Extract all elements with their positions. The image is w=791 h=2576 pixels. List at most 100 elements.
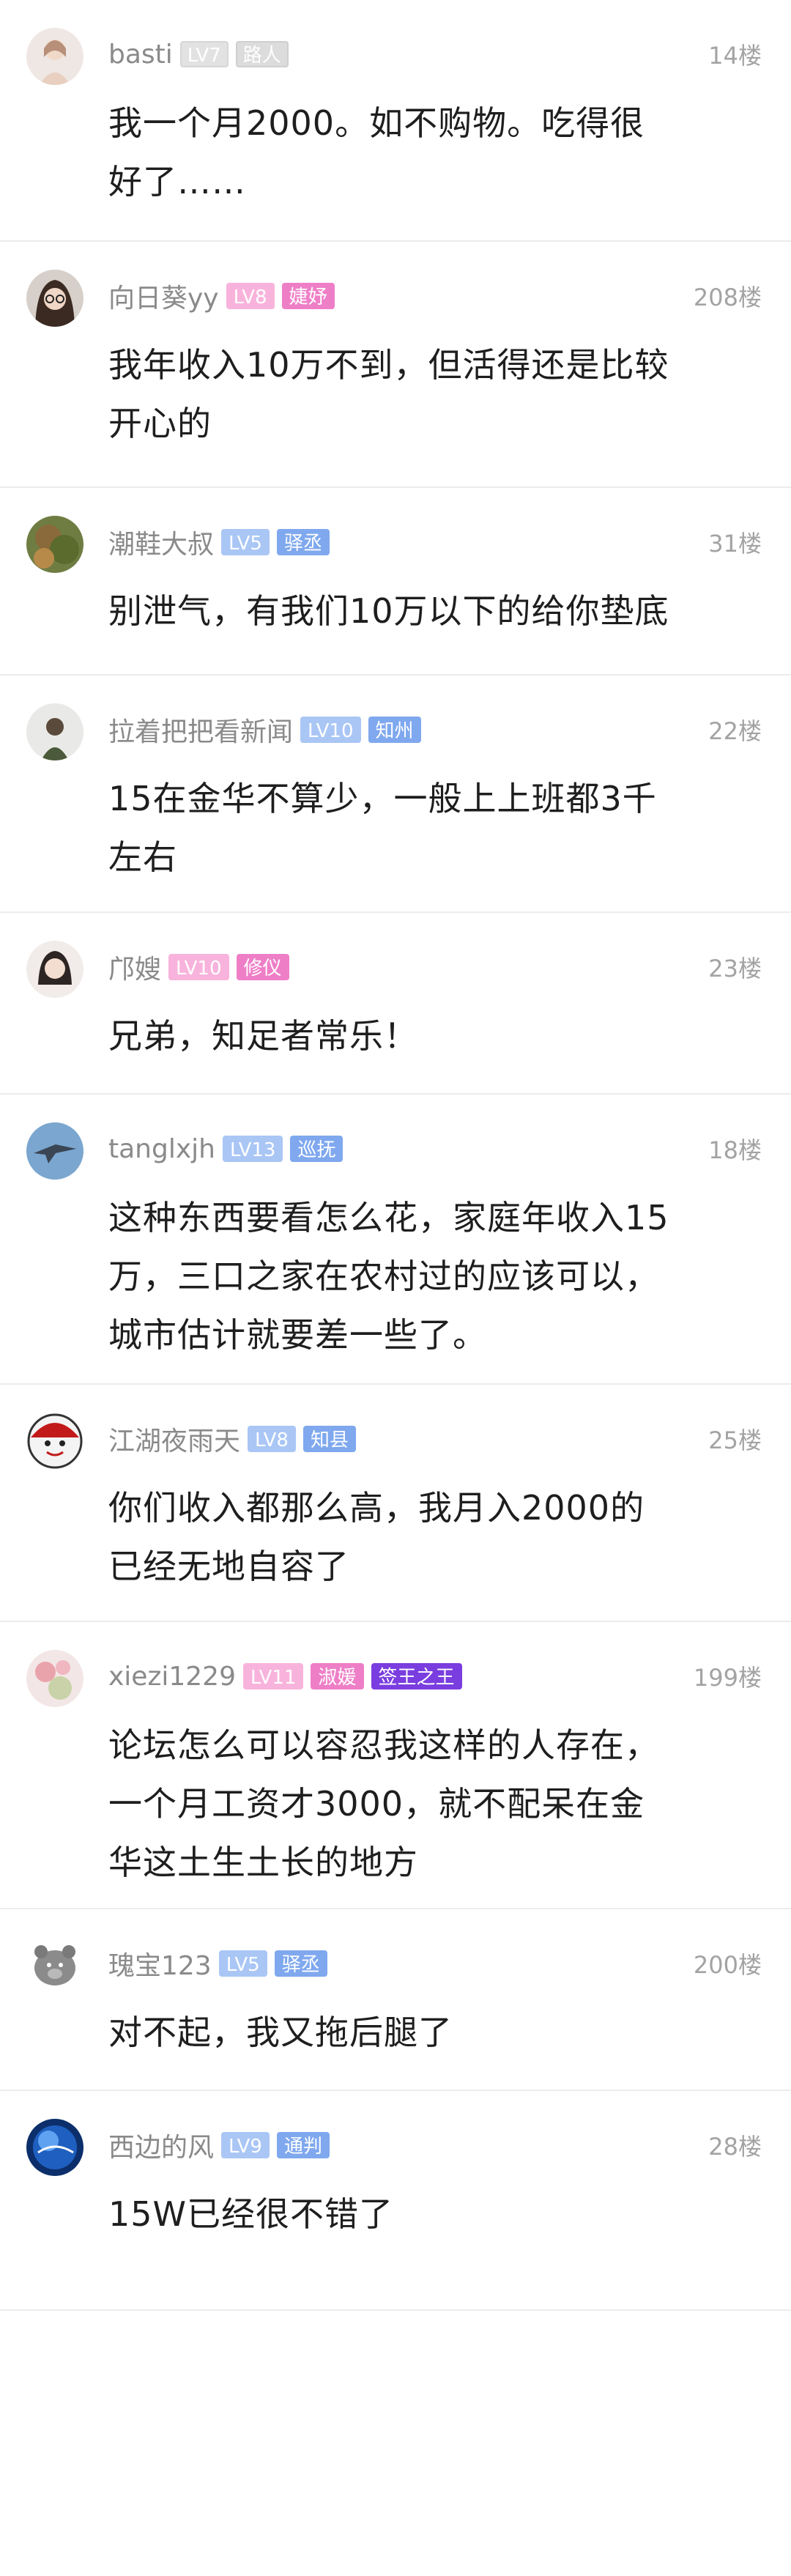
- reply-content: 你们收入都那么高，我月入2000的 已经无地自容了: [108, 1478, 747, 1596]
- reply-item: basti LV7 路人 14楼我一个月2000。如不购物。吃得很 好了……: [0, 0, 791, 242]
- user-name[interactable]: 拉着把把看新闻: [108, 711, 293, 749]
- content-line: 城市估计就要差一些了。: [108, 1315, 487, 1355]
- content-line: 我年收入10万不到，但活得还是比较: [108, 345, 669, 385]
- user-avatar[interactable]: [26, 2119, 83, 2176]
- reply-item: 拉着把把看新闻 LV10 知州 22楼 15在金华不算少，一般上上班都3千 左右: [0, 676, 791, 913]
- floor-number: 18楼: [708, 1136, 762, 1164]
- rank-title-badge: 路人: [235, 41, 289, 67]
- user-avatar[interactable]: [26, 1937, 83, 1994]
- level-badge: LV13: [222, 1136, 283, 1162]
- reply-header: 西边的风 LV9 通判 28楼: [108, 2126, 762, 2164]
- content-line: 你们收入都那么高，我月入2000的: [108, 1488, 645, 1528]
- content-line: 别泄气，有我们10万以下的给你垫底: [108, 591, 669, 631]
- rank-title-badge: 淑媛: [311, 1663, 364, 1689]
- user-name[interactable]: 向日葵yy: [108, 277, 219, 315]
- content-line: 我一个月2000。如不购物。吃得很: [108, 103, 645, 143]
- rank-title-badge: 修仪: [236, 954, 289, 980]
- reply-header: 潮鞋大叔 LV5 驿丞 31楼: [108, 523, 762, 561]
- floor-number: 200楼: [693, 1951, 762, 1979]
- content-line: 15W已经很不错了: [108, 2194, 394, 2234]
- reply-content: 15W已经很不错了: [108, 2185, 747, 2243]
- reply-item: tanglxjh LV13 巡抚 18楼这种东西要看怎么花，家庭年收入15 万，三口之家…: [0, 1095, 791, 1385]
- user-name[interactable]: xiezi1229: [108, 1662, 236, 1692]
- floor-number: 22楼: [708, 717, 762, 745]
- rank-title-badge: 知州: [368, 717, 421, 743]
- content-line: 论坛怎么可以容忍我这样的人存在，: [108, 1725, 659, 1765]
- reply-header: 向日葵yy LV8 婕妤 208楼: [108, 277, 762, 315]
- reply-list: basti LV7 路人 14楼我一个月2000。如不购物。吃得很 好了…… 向日葵yy L…: [0, 0, 791, 2311]
- user-avatar[interactable]: [26, 1650, 83, 1707]
- reply-item: 向日葵yy LV8 婕妤 208楼我年收入10万不到，但活得还是比较 开心的: [0, 242, 791, 488]
- level-badge: LV5: [221, 529, 270, 555]
- reply-item: xiezi1229 LV11 淑媛 签王之王 199楼论坛怎么可以容忍我这样的人存在， 一…: [0, 1622, 791, 1909]
- content-line: 开心的: [108, 404, 212, 443]
- user-avatar[interactable]: [26, 1122, 83, 1180]
- reply-header: 邝嫂 LV10 修仪 23楼: [108, 948, 762, 986]
- reply-header: 瑰宝123 LV5 驿丞 200楼: [108, 1944, 762, 1983]
- reply-content: 我年收入10万不到，但活得还是比较 开心的: [108, 336, 747, 453]
- content-line: 兄弟，知足者常乐！: [108, 1016, 418, 1056]
- reply-content: 我一个月2000。如不购物。吃得很 好了……: [108, 94, 747, 211]
- user-name[interactable]: 江湖夜雨天: [108, 1420, 240, 1458]
- content-line: 万，三口之家在农村过的应该可以，: [108, 1256, 659, 1296]
- level-badge: LV8: [226, 283, 275, 309]
- level-badge: LV11: [242, 1663, 304, 1689]
- rank-title-badge: 通判: [276, 2132, 330, 2158]
- content-line: 这种东西要看怎么花，家庭年收入15: [108, 1198, 669, 1237]
- reply-header: tanglxjh LV13 巡抚 18楼: [108, 1130, 762, 1168]
- user-name[interactable]: 潮鞋大叔: [108, 523, 214, 561]
- content-line: 好了……: [108, 162, 246, 201]
- level-badge: LV10: [300, 717, 361, 743]
- reply-content: 15在金华不算少，一般上上班都3千 左右: [108, 769, 747, 887]
- reply-content: 这种东西要看怎么花，家庭年收入15 万，三口之家在农村过的应该可以， 城市估计就要差…: [108, 1188, 747, 1364]
- floor-number: 208楼: [693, 284, 762, 311]
- user-avatar[interactable]: [26, 703, 83, 760]
- reply-content: 兄弟，知足者常乐！: [108, 1007, 747, 1065]
- reply-item: 江湖夜雨天 LV8 知县 25楼你们收入都那么高，我月入2000的 已经无地自容了: [0, 1385, 791, 1622]
- level-badge: LV10: [168, 954, 229, 980]
- reply-content: 对不起，我又拖后腿了: [108, 2003, 747, 2062]
- rank-title-badge: 驿丞: [274, 1950, 327, 1977]
- floor-number: 25楼: [708, 1426, 762, 1454]
- reply-header: 江湖夜雨天 LV8 知县 25楼: [108, 1420, 762, 1458]
- user-name[interactable]: 瑰宝123: [108, 1944, 212, 1983]
- content-line: 华这土生土长的地方: [108, 1843, 418, 1882]
- user-name[interactable]: 邝嫂: [108, 948, 161, 986]
- content-line: 15在金华不算少，一般上上班都3千: [108, 779, 657, 818]
- rank-title-badge: 知县: [302, 1426, 356, 1452]
- reply-item: 瑰宝123 LV5 驿丞 200楼对不起，我又拖后腿了: [0, 1909, 791, 2091]
- reply-header: xiezi1229 LV11 淑媛 签王之王 199楼: [108, 1657, 762, 1695]
- content-line: 一个月工资才3000，就不配呆在金: [108, 1784, 645, 1824]
- user-name[interactable]: tanglxjh: [108, 1134, 215, 1164]
- user-avatar[interactable]: [26, 516, 83, 573]
- level-badge: LV5: [218, 1950, 267, 1977]
- reply-header: 拉着把把看新闻 LV10 知州 22楼: [108, 711, 762, 749]
- user-avatar[interactable]: [26, 28, 83, 85]
- floor-number: 31楼: [708, 530, 762, 558]
- honor-badge: 签王之王: [371, 1663, 462, 1689]
- reply-content: 论坛怎么可以容忍我这样的人存在， 一个月工资才3000，就不配呆在金 华这土生土长的…: [108, 1716, 747, 1892]
- floor-number: 14楼: [708, 42, 762, 70]
- user-avatar[interactable]: [26, 1413, 83, 1470]
- content-line: 左右: [108, 837, 177, 877]
- reply-item: 西边的风 LV9 通判 28楼 15W已经很不错了: [0, 2091, 791, 2311]
- user-name[interactable]: 西边的风: [108, 2126, 214, 2164]
- floor-number: 199楼: [693, 1664, 762, 1692]
- user-name[interactable]: basti: [108, 40, 173, 70]
- rank-title-badge: 婕妤: [281, 283, 335, 309]
- level-badge: LV8: [248, 1426, 296, 1452]
- rank-title-badge: 驿丞: [276, 529, 330, 555]
- floor-number: 23楼: [708, 955, 762, 982]
- level-badge: LV7: [179, 41, 229, 67]
- content-line: 对不起，我又拖后腿了: [108, 2013, 453, 2052]
- floor-number: 28楼: [708, 2133, 762, 2161]
- rank-title-badge: 巡抚: [290, 1136, 343, 1162]
- reply-content: 别泄气，有我们10万以下的给你垫底: [108, 582, 747, 640]
- user-avatar[interactable]: [26, 941, 83, 998]
- reply-header: basti LV7 路人 14楼: [108, 35, 762, 73]
- user-avatar[interactable]: [26, 270, 83, 327]
- reply-item: 邝嫂 LV10 修仪 23楼兄弟，知足者常乐！: [0, 913, 791, 1095]
- level-badge: LV9: [221, 2132, 270, 2158]
- reply-item: 潮鞋大叔 LV5 驿丞 31楼别泄气，有我们10万以下的给你垫底: [0, 488, 791, 676]
- content-line: 已经无地自容了: [108, 1547, 349, 1586]
